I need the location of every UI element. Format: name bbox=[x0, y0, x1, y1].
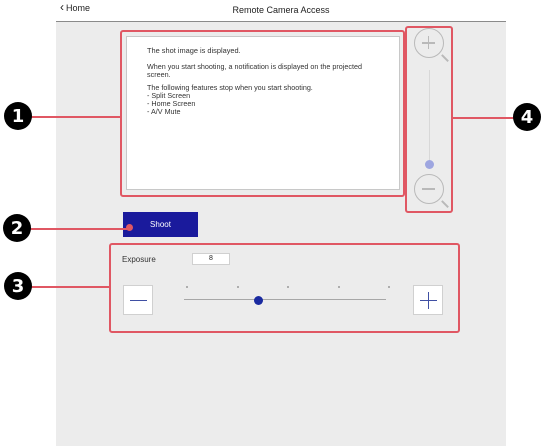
callout-line-3 bbox=[28, 286, 111, 288]
shoot-button[interactable]: Shoot bbox=[123, 212, 198, 237]
callout-2: 2 bbox=[3, 214, 31, 242]
callout-line-2 bbox=[26, 228, 131, 230]
header-bar: ‹ Home Remote Camera Access bbox=[56, 0, 506, 22]
callout-box-4 bbox=[405, 26, 453, 213]
callout-4: 4 bbox=[513, 103, 541, 131]
callout-dot-2 bbox=[126, 224, 133, 231]
callout-box-1 bbox=[120, 30, 405, 197]
callout-line-4 bbox=[451, 117, 515, 119]
callout-box-3 bbox=[109, 243, 460, 333]
page-title: Remote Camera Access bbox=[232, 5, 330, 15]
callout-line-1 bbox=[28, 116, 122, 118]
callout-3: 3 bbox=[4, 272, 32, 300]
callout-1: 1 bbox=[4, 102, 32, 130]
